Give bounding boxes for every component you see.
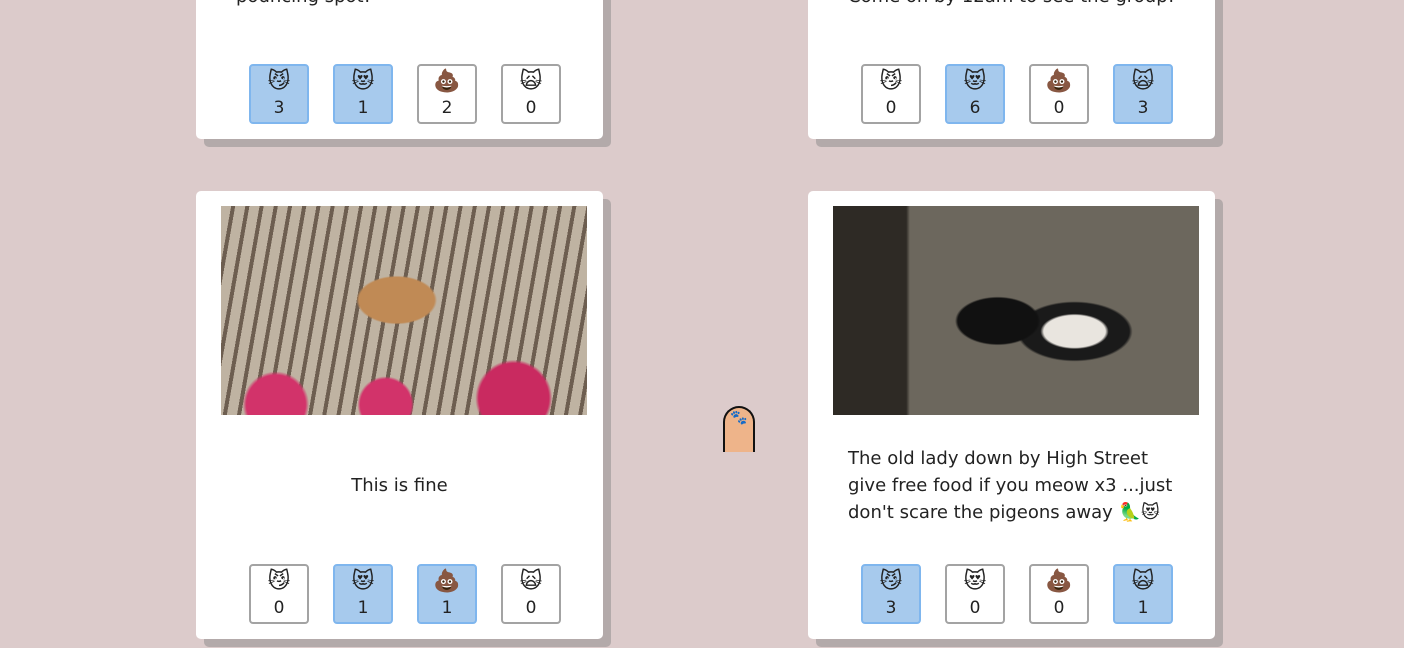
reaction-count: 0 bbox=[1053, 598, 1065, 618]
smirk-cat-icon: 😼 bbox=[267, 569, 291, 594]
reaction-button-weary-cat[interactable]: 🙀 0 bbox=[501, 564, 561, 624]
poop-icon: 💩 bbox=[433, 569, 461, 594]
reaction-button-poop[interactable]: 💩 1 bbox=[417, 564, 477, 624]
poop-icon: 💩 bbox=[1045, 69, 1073, 94]
reaction-button-smirk-cat[interactable]: 😼 3 bbox=[249, 64, 309, 124]
reaction-count: 1 bbox=[357, 598, 369, 618]
post-card: The old lady down by High Street give fr… bbox=[808, 191, 1215, 639]
heart-eyes-cat-icon: 😻 bbox=[351, 69, 375, 94]
post-image bbox=[833, 206, 1199, 415]
poop-icon: 💩 bbox=[1045, 569, 1073, 594]
reaction-count: 0 bbox=[969, 598, 981, 618]
heart-eyes-cat-icon: 😻 bbox=[963, 569, 987, 594]
post-text: pouncing spot! bbox=[236, 0, 371, 10]
reaction-button-smirk-cat[interactable]: 😼 0 bbox=[861, 64, 921, 124]
reaction-count: 1 bbox=[1137, 598, 1149, 618]
reaction-count: 0 bbox=[1053, 98, 1065, 118]
reaction-button-weary-cat[interactable]: 🙀 3 bbox=[1113, 64, 1173, 124]
reaction-count: 1 bbox=[357, 98, 369, 118]
paw-icon: 🐾 bbox=[730, 410, 748, 426]
post-text: Come on by 12am to see the group! bbox=[848, 0, 1175, 10]
weary-cat-icon: 🙀 bbox=[519, 569, 543, 594]
weary-cat-icon: 🙀 bbox=[519, 69, 543, 94]
heart-eyes-cat-icon: 😻 bbox=[963, 69, 987, 94]
smirk-cat-icon: 😼 bbox=[879, 569, 903, 594]
reaction-button-poop[interactable]: 💩 0 bbox=[1029, 564, 1089, 624]
post-text: This is fine bbox=[351, 475, 448, 496]
reaction-button-heart-eyes-cat[interactable]: 😻 0 bbox=[945, 564, 1005, 624]
reaction-button-poop[interactable]: 💩 0 bbox=[1029, 64, 1089, 124]
poop-icon: 💩 bbox=[433, 69, 461, 94]
post-card: This is fine 😼 0 😻 1 💩 1 🙀 0 bbox=[196, 191, 603, 639]
smirk-cat-icon: 😼 bbox=[879, 69, 903, 94]
reaction-count: 2 bbox=[441, 98, 453, 118]
reaction-button-weary-cat[interactable]: 🙀 1 bbox=[1113, 564, 1173, 624]
reaction-bar: 😼 3 😻 1 💩 2 🙀 0 bbox=[249, 64, 561, 124]
paw-cursor-icon: 🐾 bbox=[723, 406, 755, 452]
reaction-count: 0 bbox=[273, 598, 285, 618]
reaction-count: 0 bbox=[525, 98, 537, 118]
reaction-button-weary-cat[interactable]: 🙀 0 bbox=[501, 64, 561, 124]
smirk-cat-icon: 😼 bbox=[267, 69, 291, 94]
reaction-button-smirk-cat[interactable]: 😼 0 bbox=[249, 564, 309, 624]
post-card: Come on by 12am to see the group! 😼0😻6💩0… bbox=[808, 0, 1215, 139]
weary-cat-icon: 🙀 bbox=[1131, 569, 1155, 594]
reaction-bar: 😼 0 😻 1 💩 1 🙀 0 bbox=[249, 564, 561, 624]
reaction-count: 1 bbox=[441, 598, 453, 618]
reaction-count: 6 bbox=[969, 98, 981, 118]
reaction-button-heart-eyes-cat[interactable]: 😻 1 bbox=[333, 64, 393, 124]
post-text: The old lady down by High Street give fr… bbox=[848, 448, 1173, 523]
reaction-button-smirk-cat[interactable]: 😼 3 bbox=[861, 564, 921, 624]
reaction-button-poop[interactable]: 💩 2 bbox=[417, 64, 477, 124]
post-image bbox=[221, 206, 587, 415]
reaction-count: 3 bbox=[273, 98, 285, 118]
reaction-bar: 😼 3 😻 0 💩 0 🙀 1 bbox=[861, 564, 1173, 624]
post-card: pouncing spot! 😼3😻1💩2🙀0 bbox=[196, 0, 603, 139]
reaction-count: 0 bbox=[525, 598, 537, 618]
heart-eyes-cat-icon: 😻 bbox=[351, 569, 375, 594]
reaction-count: 3 bbox=[1137, 98, 1149, 118]
reaction-bar: 😼 0 😻 6 💩 0 🙀 3 bbox=[861, 64, 1173, 124]
reaction-button-heart-eyes-cat[interactable]: 😻 6 bbox=[945, 64, 1005, 124]
reaction-count: 3 bbox=[885, 598, 897, 618]
reaction-count: 0 bbox=[885, 98, 897, 118]
reaction-button-heart-eyes-cat[interactable]: 😻 1 bbox=[333, 564, 393, 624]
weary-cat-icon: 🙀 bbox=[1131, 69, 1155, 94]
